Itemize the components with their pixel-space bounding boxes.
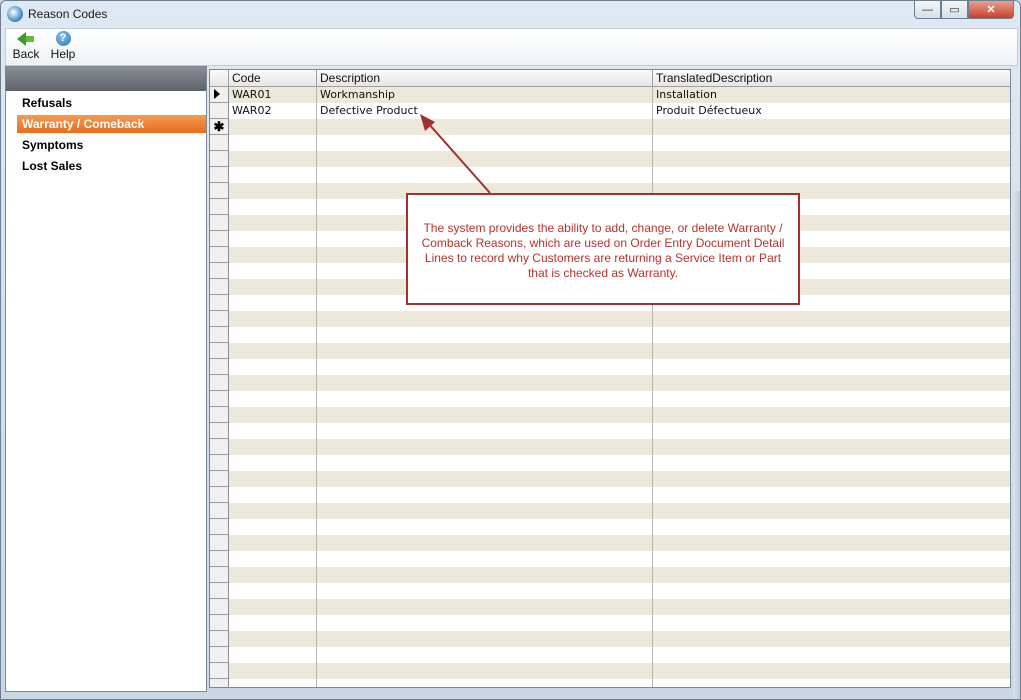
- annotation-callout: The system provides the ability to add, …: [406, 193, 800, 305]
- column-header-translated-description[interactable]: TranslatedDescription: [653, 70, 1010, 86]
- column-divider: [316, 70, 317, 687]
- sidebar-item-refusals[interactable]: Refusals: [17, 94, 206, 112]
- row-selector-column: [210, 87, 229, 687]
- grid-body: [210, 87, 1010, 687]
- header-corner: [210, 70, 229, 86]
- reason-codes-grid: Code Description TranslatedDescription W…: [209, 69, 1011, 688]
- close-button[interactable]: ✕: [968, 1, 1014, 19]
- sidebar-item-warranty-comeback[interactable]: Warranty / Comeback: [17, 115, 206, 133]
- window-edge: [1013, 191, 1020, 699]
- back-arrow-icon: [17, 32, 34, 46]
- column-header-code[interactable]: Code: [229, 70, 317, 86]
- maximize-button[interactable]: ▭: [941, 1, 968, 19]
- help-button[interactable]: ? Help: [45, 31, 81, 63]
- sidebar-item-lost-sales[interactable]: Lost Sales: [17, 157, 206, 175]
- back-button[interactable]: Back: [8, 31, 44, 63]
- cell-code[interactable]: WAR01: [229, 87, 317, 103]
- cell-code[interactable]: WAR02: [229, 103, 317, 119]
- reason-type-sidebar: Refusals Warranty / Comeback Symptoms Lo…: [5, 66, 207, 692]
- cell-description[interactable]: Workmanship: [317, 87, 653, 103]
- app-window: Reason Codes — ▭ ✕ Back ? Help Refusals …: [0, 0, 1021, 700]
- column-header-description[interactable]: Description: [317, 70, 653, 86]
- title-bar: Reason Codes — ▭ ✕: [1, 1, 1020, 27]
- sidebar-header: [6, 67, 206, 91]
- new-row-icon: ✱: [213, 119, 225, 134]
- window-controls: — ▭ ✕: [914, 1, 1014, 19]
- current-row-pointer-icon: [214, 89, 220, 99]
- minimize-button[interactable]: —: [914, 1, 941, 19]
- help-label: Help: [50, 47, 76, 61]
- grid-header: Code Description TranslatedDescription: [210, 70, 1010, 87]
- column-divider: [652, 70, 653, 687]
- sidebar-item-symptoms[interactable]: Symptoms: [17, 136, 206, 154]
- app-logo-icon: [7, 6, 23, 22]
- cell-translated-description[interactable]: Produit Défectueux: [653, 103, 1010, 119]
- cell-description[interactable]: Defective Product: [317, 103, 653, 119]
- cell-translated-description[interactable]: Installation: [653, 87, 1010, 103]
- help-icon: ?: [55, 31, 71, 46]
- back-label: Back: [12, 47, 40, 61]
- toolbar: Back ? Help: [5, 28, 1018, 66]
- window-title: Reason Codes: [28, 7, 108, 21]
- callout-text: The system provides the ability to add, …: [421, 221, 785, 280]
